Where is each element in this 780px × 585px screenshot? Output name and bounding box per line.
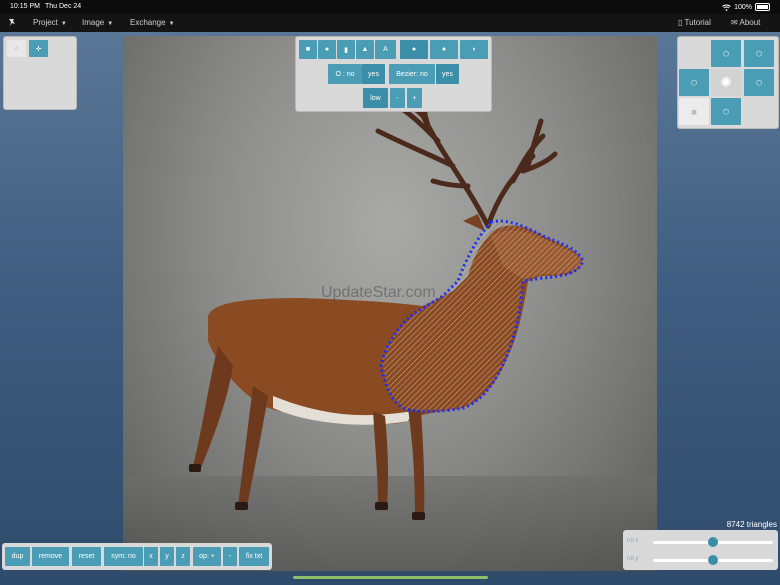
app-logo-icon[interactable] [8,18,16,27]
battery-icon [755,3,770,11]
sphere-icon: ● [411,46,417,53]
slider-a-label: rot x [627,538,639,544]
gear-icon: ☼ [13,45,20,52]
half-shape-icon: ◗ [471,46,477,53]
triangle-icon: ▲ [361,46,369,53]
view-bottom-button[interactable]: ⬡ [711,98,741,125]
watermark: UpdateStar.com [321,284,436,301]
op-button[interactable]: op: + [193,547,221,566]
half-shape-button[interactable]: ◗ [460,40,488,59]
cube-solid-icon: ◼ [691,108,697,116]
quality-button[interactable]: low [363,88,388,108]
cube-right-icon: ⬡ [755,79,763,87]
view-left-button[interactable]: ⬡ [679,69,709,96]
menu-exchange[interactable]: Exchange ▼ [130,18,175,27]
fix-txt-button[interactable]: fix txt [239,547,269,566]
cube-top-icon: ⬡ [722,50,730,58]
triangle-tool-button[interactable]: ▲ [356,40,374,59]
wifi-icon [722,4,731,11]
sphere-button[interactable]: ● [400,40,428,59]
square-tool-button[interactable]: ■ [299,40,317,59]
slider-panel: rot x rot y [623,530,778,570]
chevron-down-icon: ▼ [107,21,114,27]
cylinder-icon: ▮ [344,46,348,54]
view-light-button[interactable]: ✺ [711,69,741,96]
text-tool-button[interactable]: A [375,40,396,59]
sym-y-button[interactable]: y [160,547,174,566]
view-solid-button[interactable]: ◼ [679,98,709,125]
status-bar: 10:15 PM Thu Dec 24 100% [0,0,780,14]
quality-increase-button[interactable]: + [407,88,422,108]
view-right-button[interactable]: ⬡ [744,69,774,96]
bottom-toolbar: dup remove reset sym: no x y z op: + - f… [2,543,272,570]
circle-tool-button[interactable]: ● [318,40,336,59]
menu-tutorial-label: Tutorial [684,18,711,27]
sym-button[interactable]: sym: no [104,547,143,566]
bezier-no-button[interactable]: Bezier: no [389,64,435,84]
deer-image [123,78,657,571]
mail-icon: ✉ [731,18,738,27]
menu-project[interactable]: Project ▼ [33,18,67,27]
gear-button[interactable]: ☼ [7,40,26,57]
menu-about[interactable]: ✉ About [731,18,760,27]
home-indicator [293,576,488,579]
menu-bar: Project ▼ Image ▼ Exchange ▼ ▯ Tutorial ✉ A… [0,14,780,32]
menu-image[interactable]: Image ▼ [82,18,113,27]
status-time: 10:15 PM [10,3,40,10]
quality-decrease-button[interactable]: - [390,88,405,108]
dup-button[interactable]: dup [5,547,30,566]
menu-about-label: About [739,18,761,27]
sun-icon: ✺ [720,74,732,90]
slider-a-knob[interactable] [708,537,718,547]
sphere-alt-icon: ● [441,46,447,53]
menu-image-label: Image [82,18,105,27]
status-right: 100% [722,3,770,11]
status-date: Thu Dec 24 [45,3,82,10]
o-no-button[interactable]: O : no [328,64,362,84]
chevron-down-icon: ▼ [168,21,175,27]
chevron-down-icon: ▼ [60,21,67,27]
sym-z-button[interactable]: z [176,547,190,566]
shape-toolbar: ■ ● ▮ ▲ A ● ● ◗ O : no yes Bezier: no ye… [295,36,492,112]
image-canvas[interactable]: UpdateStar.com [123,36,657,571]
slider-b-label: rot y [627,556,639,562]
circle-icon: ● [324,46,330,53]
o-yes-button[interactable]: yes [362,64,385,84]
move-icon: ✛ [35,45,42,53]
square-icon: ■ [305,46,311,53]
book-icon: ▯ [678,18,683,27]
reset-button[interactable]: reset [72,547,101,566]
menu-exchange-label: Exchange [130,18,166,27]
cube-back-icon: ⬡ [755,50,763,58]
battery-percent: 100% [734,3,752,11]
triangle-count: 8742 triangles [726,520,777,529]
cube-left-icon: ⬡ [690,79,698,87]
move-button[interactable]: ✛ [29,40,48,57]
menu-tutorial[interactable]: ▯ Tutorial [678,18,711,27]
slider-b-track[interactable] [653,555,773,565]
sym-x-button[interactable]: x [144,547,158,566]
slider-a-track[interactable] [653,537,773,547]
view-panel: ⬡ ⬡ ⬡ ✺ ⬡ ◼ ⬡ [677,36,779,129]
cylinder-tool-button[interactable]: ▮ [337,40,355,59]
bezier-yes-button[interactable]: yes [436,64,459,84]
tool-panel-left: ☼ ✛ [3,36,77,110]
menu-project-label: Project [33,18,58,27]
op-minus-button[interactable]: - [223,547,237,566]
slider-b-knob[interactable] [708,555,718,565]
sphere-alt-button[interactable]: ● [430,40,458,59]
cube-bottom-icon: ⬡ [722,108,730,116]
view-back-button[interactable]: ⬡ [744,40,774,67]
view-top-button[interactable]: ⬡ [711,40,741,67]
remove-button[interactable]: remove [32,547,69,566]
